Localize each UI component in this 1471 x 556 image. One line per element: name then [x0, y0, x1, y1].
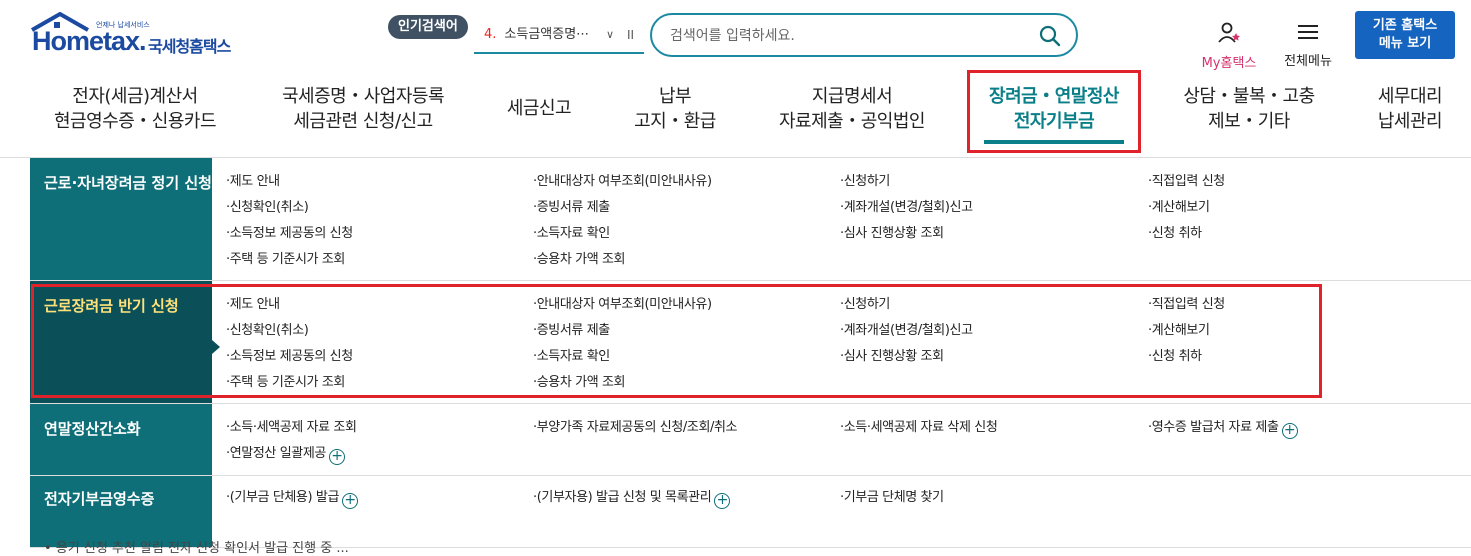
gnb-item-agent[interactable]: 세무대리 납세관리: [1372, 84, 1448, 134]
menu-link-expandable[interactable]: ·영수증 발급처 자료 제출 +: [1148, 416, 1298, 439]
all-menu-label: 전체메뉴: [1284, 54, 1332, 69]
menu-link[interactable]: ·안내대상자 여부조회(미안내사유): [533, 170, 712, 189]
menu-link[interactable]: ·심사 진행상황 조회: [840, 222, 944, 241]
popular-search-badge: 인기검색어: [388, 15, 468, 39]
gnb-item-counsel[interactable]: 상담・불복・고충 제보・기타: [1178, 84, 1320, 134]
plus-circle-icon[interactable]: +: [714, 493, 731, 509]
gnb-item-certificate[interactable]: 국세증명・사업자등록 세금관련 신청/신고: [280, 84, 446, 134]
my-hometax-label: My홈택스: [1201, 56, 1257, 71]
classic-btn-line1: 기존 홈택스: [1372, 18, 1438, 33]
hometax-logo[interactable]: 언제나 납세서비스 Hometax. 국세청홈택스: [30, 12, 250, 57]
header: 언제나 납세서비스 Hometax. 국세청홈택스 인기검색어 4. 소득금액증명…: [0, 0, 1471, 71]
gnb-line1: 지급명세서: [811, 86, 893, 107]
bottom-notice-strip: • 용기 신청 추천 알림 전자 신청 확인서 발급 진행 중 ...: [30, 541, 1471, 556]
logo-text: Hometax.: [32, 26, 147, 56]
mega-row: 연말정산간소화 ·소득·세액공제 자료 조회 ·부양가족 자료제공동의 신청/조…: [30, 404, 1471, 476]
menu-link[interactable]: ·소득정보 제공동의 신청: [226, 222, 353, 241]
menu-link[interactable]: ·계좌개설(변경/철회)신고: [840, 196, 973, 215]
gnb-item-invoice[interactable]: 전자(세금)계산서 현금영수증・신용카드: [52, 84, 218, 134]
menu-link[interactable]: ·승용차 가액 조회: [533, 248, 626, 267]
menu-link[interactable]: ·제도 안내: [226, 170, 280, 189]
mega-head-regular-incentive[interactable]: 근로·자녀장려금 정기 신청: [30, 158, 212, 280]
menu-link[interactable]: ·소득·세액공제 자료 삭제 신청: [840, 416, 998, 435]
menu-link-label: ·(기부금 단체용) 발급: [226, 490, 340, 505]
classic-btn-line2: 메뉴 보기: [1378, 36, 1432, 51]
gnb-line2: 납세관리: [1377, 111, 1443, 132]
mega-row: 근로·자녀장려금 정기 신청 ·제도 안내 ·안내대상자 여부조회(미안내사유)…: [30, 158, 1471, 281]
gnb-item-payment[interactable]: 납부 고지・환급: [630, 84, 720, 134]
plus-circle-icon[interactable]: +: [342, 493, 359, 509]
search-icon[interactable]: [1038, 24, 1062, 48]
logo-korean: 국세청홈택스: [148, 37, 231, 56]
chevron-down-icon[interactable]: ∨: [606, 24, 614, 46]
highlight-box-gnb: [967, 70, 1141, 153]
gnb-line2: 제보・기타: [1208, 111, 1290, 132]
bottom-notice-text: • 용기 신청 추천 알림 전자 신청 확인서 발급 진행 중 ...: [44, 541, 349, 556]
menu-link[interactable]: ·신청 취하: [1148, 222, 1202, 241]
menu-link-label: ·연말정산 일괄제공: [226, 446, 326, 461]
plus-circle-icon[interactable]: +: [1281, 423, 1298, 439]
gnb-line2: 고지・환급: [634, 111, 716, 132]
menu-link[interactable]: ·증빙서류 제출: [533, 196, 610, 215]
gnb-line2: 현금영수증・신용카드: [53, 111, 217, 132]
gnb-item-tax-return[interactable]: 세금신고: [498, 96, 580, 121]
gnb-line2: 세금관련 신청/신고: [293, 111, 433, 132]
search-box: [650, 13, 1078, 57]
pause-icon[interactable]: II: [627, 24, 634, 46]
menu-link-label: ·(기부자용) 발급 신청 및 목록관리: [533, 490, 712, 505]
main-navigation: 전자(세금)계산서 현금영수증・신용카드 국세증명・사업자등록 세금관련 신청/…: [0, 70, 1471, 158]
mega-head-year-end[interactable]: 연말정산간소화: [30, 404, 212, 475]
gnb-line2: 자료제출・공익법인: [779, 111, 925, 132]
menu-link-expandable[interactable]: ·연말정산 일괄제공 +: [226, 442, 345, 465]
menu-link[interactable]: ·부양가족 자료제공동의 신청/조회/취소: [533, 416, 738, 435]
gnb-line1: 세금신고: [506, 98, 572, 119]
menu-link[interactable]: ·직접입력 신청: [1148, 170, 1225, 189]
popular-rank: 4.: [484, 27, 497, 42]
menu-link[interactable]: ·주택 등 기준시가 조회: [226, 248, 345, 267]
gnb-line1: 상담・불복・고충: [1183, 86, 1315, 107]
plus-circle-icon[interactable]: +: [328, 449, 345, 465]
popular-keyword: 소득금액증명⋯: [504, 27, 590, 42]
menu-link-label: ·영수증 발급처 자료 제출: [1148, 420, 1279, 435]
menu-link[interactable]: ·계산해보기: [1148, 196, 1210, 215]
gnb-line1: 납부: [658, 86, 692, 107]
all-menu-button[interactable]: 전체메뉴: [1278, 22, 1338, 69]
hamburger-icon: [1298, 25, 1318, 39]
popular-search-item[interactable]: 4. 소득금액증명⋯ ∨ II: [474, 24, 644, 54]
menu-link[interactable]: ·신청확인(취소): [226, 196, 309, 215]
gnb-line1: 국세증명・사업자등록: [281, 86, 445, 107]
gnb-line1: 세무대리: [1377, 86, 1443, 107]
menu-link[interactable]: ·기부금 단체명 찾기: [840, 486, 944, 505]
menu-link[interactable]: ·소득자료 확인: [533, 222, 610, 241]
gnb-item-statement[interactable]: 지급명세서 자료제출・공익법인: [776, 84, 928, 134]
menu-link-expandable[interactable]: ·(기부자용) 발급 신청 및 목록관리 +: [533, 486, 731, 509]
search-input[interactable]: [670, 25, 1030, 47]
gnb-line1: 전자(세금)계산서: [72, 86, 198, 107]
user-icon: [1218, 22, 1240, 43]
menu-link[interactable]: ·신청하기: [840, 170, 890, 189]
menu-link[interactable]: ·소득·세액공제 자료 조회: [226, 416, 357, 435]
menu-link-expandable[interactable]: ·(기부금 단체용) 발급 +: [226, 486, 359, 509]
my-hometax-button[interactable]: My홈택스: [1196, 22, 1262, 71]
classic-menu-button[interactable]: 기존 홈택스 메뉴 보기: [1355, 11, 1455, 59]
highlight-box-half-year: [31, 284, 1322, 398]
